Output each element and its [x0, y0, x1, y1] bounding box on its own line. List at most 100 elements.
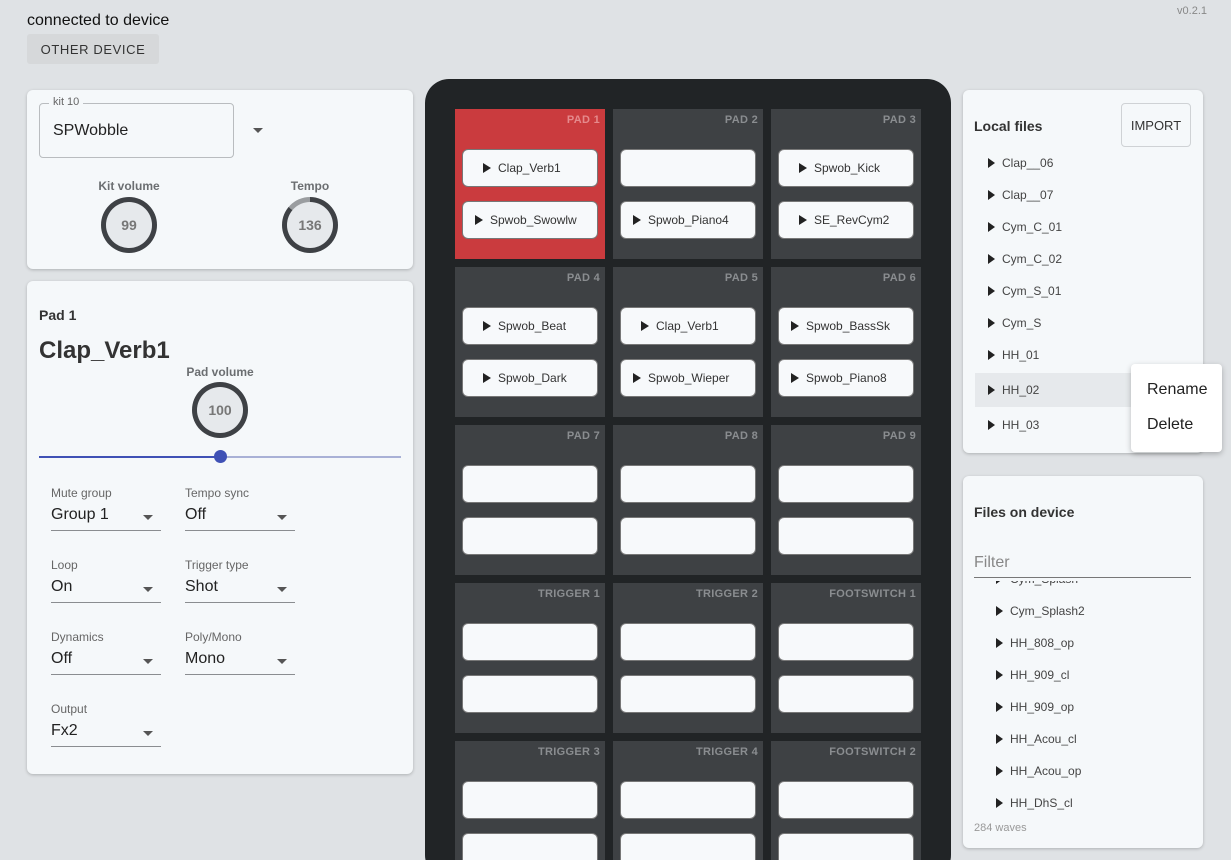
device-file-item[interactable]: HH_909_op	[986, 691, 1186, 723]
sample-slot[interactable]	[620, 623, 756, 661]
play-icon[interactable]	[996, 734, 1003, 744]
play-icon[interactable]	[799, 163, 807, 173]
loop-select[interactable]: Loop On	[51, 558, 161, 603]
play-icon[interactable]	[988, 286, 995, 296]
sample-slot[interactable]	[620, 149, 756, 187]
tempo-knob[interactable]: 136	[282, 197, 338, 253]
pad-volume-knob[interactable]: 100	[192, 382, 248, 438]
play-icon[interactable]	[996, 638, 1003, 648]
sample-slot[interactable]	[778, 623, 914, 661]
sample-slot[interactable]	[620, 675, 756, 713]
sample-slot[interactable]	[462, 465, 598, 503]
slider-thumb[interactable]	[214, 450, 227, 463]
sample-slot[interactable]: Spwob_Beat	[462, 307, 598, 345]
play-icon[interactable]	[483, 321, 491, 331]
device-file-item[interactable]: HH_DhS_cl	[986, 787, 1186, 810]
sample-slot[interactable]	[620, 781, 756, 819]
pad-cell[interactable]: TRIGGER 3	[455, 741, 605, 860]
sample-slot[interactable]	[778, 833, 914, 860]
play-icon[interactable]	[633, 373, 641, 383]
device-file-list[interactable]: Cym_Splash Cym_Splash2 HH_808_op HH_909_cl H…	[974, 581, 1191, 810]
chevron-down-icon[interactable]	[253, 128, 263, 133]
play-icon[interactable]	[633, 215, 641, 225]
kit-select[interactable]: kit 10 SPWobble	[39, 96, 234, 158]
kit-volume-knob[interactable]: 99	[101, 197, 157, 253]
play-icon[interactable]	[988, 254, 995, 264]
play-icon[interactable]	[988, 385, 995, 395]
pad-slider[interactable]	[39, 450, 401, 463]
local-file-item[interactable]: Clap__07	[975, 178, 1195, 212]
pad-cell[interactable]: FOOTSWITCH 2	[771, 741, 921, 860]
sample-slot[interactable]	[778, 517, 914, 555]
dynamics-select[interactable]: Dynamics Off	[51, 630, 161, 675]
local-file-item[interactable]: Cym_C_01	[975, 210, 1195, 244]
play-icon[interactable]	[483, 163, 491, 173]
play-icon[interactable]	[988, 190, 995, 200]
device-file-item[interactable]: HH_909_cl	[986, 659, 1186, 691]
pad-cell[interactable]: TRIGGER 4	[613, 741, 763, 860]
play-icon[interactable]	[791, 321, 799, 331]
sample-slot[interactable]	[778, 675, 914, 713]
other-device-button[interactable]: OTHER DEVICE	[27, 34, 159, 64]
poly-mono-select[interactable]: Poly/Mono Mono	[185, 630, 295, 675]
pad-cell[interactable]: PAD 6 Spwob_BassSk Spwob_Piano8	[771, 267, 921, 417]
tempo-sync-select[interactable]: Tempo sync Off	[185, 486, 295, 531]
sample-slot[interactable]	[620, 465, 756, 503]
device-file-item[interactable]: HH_Acou_cl	[986, 723, 1186, 755]
play-icon[interactable]	[641, 321, 649, 331]
sample-slot[interactable]: Spwob_Dark	[462, 359, 598, 397]
play-icon[interactable]	[996, 606, 1003, 616]
play-icon[interactable]	[996, 581, 1003, 584]
sample-slot[interactable]	[462, 833, 598, 860]
play-icon[interactable]	[475, 215, 483, 225]
sample-slot[interactable]	[462, 623, 598, 661]
pad-cell[interactable]: TRIGGER 2	[613, 583, 763, 733]
play-icon[interactable]	[996, 670, 1003, 680]
sample-slot[interactable]	[462, 675, 598, 713]
import-button[interactable]: IMPORT	[1121, 103, 1191, 147]
pad-cell[interactable]: PAD 5 Clap_Verb1 Spwob_Wieper	[613, 267, 763, 417]
sample-slot[interactable]	[620, 833, 756, 860]
sample-slot[interactable]	[778, 781, 914, 819]
play-icon[interactable]	[988, 318, 995, 328]
rename-menu-item[interactable]: Rename	[1147, 381, 1207, 399]
play-icon[interactable]	[988, 222, 995, 232]
local-file-item[interactable]: Cym_S	[975, 306, 1195, 340]
sample-slot[interactable]	[620, 517, 756, 555]
pad-cell[interactable]: PAD 4 Spwob_Beat Spwob_Dark	[455, 267, 605, 417]
sample-slot[interactable]: Spwob_Wieper	[620, 359, 756, 397]
pad-cell[interactable]: PAD 2 Spwob_Piano4	[613, 109, 763, 259]
device-file-item[interactable]: HH_Acou_op	[986, 755, 1186, 787]
local-file-item[interactable]: Cym_S_01	[975, 274, 1195, 308]
mute-group-select[interactable]: Mute group Group 1	[51, 486, 161, 531]
pad-cell[interactable]: PAD 9	[771, 425, 921, 575]
pad-cell[interactable]: PAD 8	[613, 425, 763, 575]
play-icon[interactable]	[996, 766, 1003, 776]
sample-slot[interactable]: Spwob_BassSk	[778, 307, 914, 345]
local-file-item[interactable]: Clap__06	[975, 146, 1195, 180]
sample-slot[interactable]: Clap_Verb1	[620, 307, 756, 345]
play-icon[interactable]	[483, 373, 491, 383]
play-icon[interactable]	[996, 702, 1003, 712]
sample-slot[interactable]: Clap_Verb1	[462, 149, 598, 187]
sample-slot[interactable]	[462, 781, 598, 819]
local-file-item[interactable]: Cym_C_02	[975, 242, 1195, 276]
play-icon[interactable]	[988, 158, 995, 168]
play-icon[interactable]	[996, 798, 1003, 808]
sample-slot[interactable]: Spwob_Swowlw	[462, 201, 598, 239]
pad-cell[interactable]: TRIGGER 1	[455, 583, 605, 733]
play-icon[interactable]	[799, 215, 807, 225]
pad-cell[interactable]: FOOTSWITCH 1	[771, 583, 921, 733]
play-icon[interactable]	[988, 350, 995, 360]
output-select[interactable]: Output Fx2	[51, 702, 161, 747]
sample-slot[interactable]: Spwob_Piano8	[778, 359, 914, 397]
device-file-item[interactable]: Cym_Splash	[986, 581, 1186, 595]
pad-cell[interactable]: PAD 3 Spwob_Kick SE_RevCym2	[771, 109, 921, 259]
delete-menu-item[interactable]: Delete	[1147, 416, 1193, 434]
sample-slot[interactable]: SE_RevCym2	[778, 201, 914, 239]
play-icon[interactable]	[988, 420, 995, 430]
sample-slot[interactable]: Spwob_Kick	[778, 149, 914, 187]
pad-cell[interactable]: PAD 7	[455, 425, 605, 575]
device-file-item[interactable]: Cym_Splash2	[986, 595, 1186, 627]
sample-slot[interactable]	[462, 517, 598, 555]
